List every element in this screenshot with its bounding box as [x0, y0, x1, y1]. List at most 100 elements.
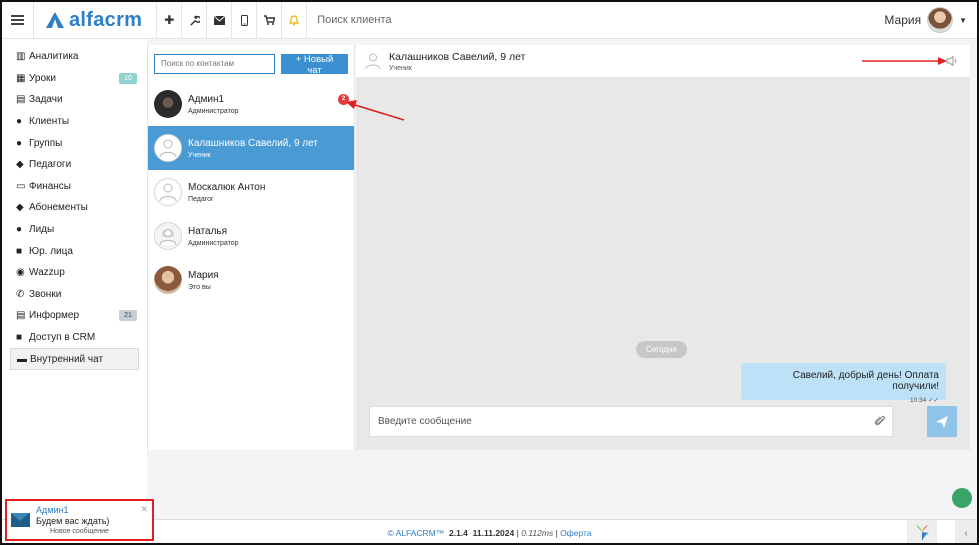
footer-separator: |: [555, 527, 558, 538]
sidebar-item-informer[interactable]: ▤ Информер 21: [2, 305, 147, 327]
contact-item-natalya[interactable]: Наталья Администратор: [148, 214, 354, 258]
contact-role: Это вы: [188, 283, 211, 291]
phone-icon: ✆: [16, 288, 25, 300]
user-name: Мария: [884, 13, 922, 27]
contact-name: Мария: [188, 269, 219, 281]
sound-toggle-icon[interactable]: [946, 55, 958, 69]
message-meta: 10:34 ✓✓: [749, 396, 939, 404]
list-icon: ▤: [16, 310, 26, 322]
sidebar-item-wazzup[interactable]: ◉ Wazzup: [2, 262, 147, 284]
default-avatar-icon: [154, 134, 182, 162]
contact-item-moskalyuk[interactable]: Москалюк Антон Педагог: [148, 170, 354, 214]
message-text: Савелий, добрый день! Оплата получили!: [792, 370, 939, 392]
paperclip-icon[interactable]: [874, 414, 886, 431]
sidebar-item-legal-entities[interactable]: ■ Юр. лица: [2, 240, 147, 262]
users-icon: ●: [16, 137, 23, 149]
sidebar-item-analytics[interactable]: ▥ Аналитика: [2, 46, 147, 68]
contact-role: Администратор: [188, 239, 239, 247]
chart-icon: ▥: [16, 51, 26, 63]
sidebar-item-calls[interactable]: ✆ Звонки: [2, 284, 147, 306]
app-window: alfacrm ✚ Поиск клиента Мария ▼ ▥ Аналити…: [0, 0, 979, 545]
send-button[interactable]: [927, 406, 957, 437]
chat-header: Калашников Савелий, 9 лет Ученик: [356, 45, 970, 78]
hamburger-icon: [11, 19, 24, 21]
mail-icon[interactable]: [207, 2, 233, 39]
avatar: [154, 266, 182, 294]
tag-icon: ◆: [16, 202, 24, 214]
contact-name: Наталья: [188, 225, 228, 237]
contact-role: Администратор: [188, 107, 239, 115]
contacts-panel: + Новый чат Админ1 Администратор 2 Калашн…: [147, 45, 355, 450]
date-divider: Сегодня: [636, 341, 687, 358]
cart-icon[interactable]: [257, 2, 283, 39]
logo[interactable]: alfacrm: [34, 2, 158, 39]
chat-title: Калашников Савелий, 9 лет: [389, 50, 526, 63]
avatar: [927, 7, 954, 33]
close-icon[interactable]: ✕: [140, 504, 148, 515]
user-menu[interactable]: Мария ▼: [884, 7, 977, 33]
lessons-count-badge: 10: [119, 72, 137, 84]
wrench-icon[interactable]: [182, 2, 208, 39]
caret-down-icon: ▼: [959, 15, 967, 25]
sidebar-item-crm-access[interactable]: ■ Доступ в CRM: [2, 327, 147, 349]
chat-messages-area: Сегодня Савелий, добрый день! Оплата пол…: [356, 78, 970, 450]
sidebar-item-internal-chat[interactable]: ▬ Внутренний чат: [10, 348, 139, 370]
contact-item-kalashnikov[interactable]: Калашников Савелий, 9 лет Ученик: [148, 126, 354, 170]
read-check-icon: ✓✓: [928, 397, 939, 404]
offer-link[interactable]: Оферта: [560, 528, 591, 538]
money-icon: ▭: [16, 180, 26, 192]
plus-icon[interactable]: ✚: [157, 2, 183, 39]
logo-mark-icon: [44, 12, 66, 28]
contact-item-admin1[interactable]: Админ1 Администратор 2: [148, 82, 354, 126]
default-avatar-icon: [364, 52, 382, 70]
sidebar-item-lessons[interactable]: ▦ Уроки 10: [2, 68, 147, 90]
sidebar-item-leads[interactable]: ● Лиды: [2, 219, 147, 241]
envelope-icon: [11, 513, 30, 527]
contacts-header: + Новый чат: [148, 45, 354, 82]
footer-separator: |: [516, 527, 519, 538]
whatsapp-icon: ◉: [16, 267, 25, 279]
footer-timing: 0.112ms: [521, 527, 554, 538]
message-input-placeholder: Введите сообщение: [378, 416, 472, 427]
client-search-input[interactable]: Поиск клиента: [307, 14, 884, 26]
bell-icon[interactable]: [282, 2, 308, 39]
default-avatar-icon: [154, 178, 182, 206]
tasks-icon: ▤: [16, 94, 26, 106]
menu-toggle-button[interactable]: [2, 2, 34, 39]
contact-item-maria[interactable]: Мария Это вы: [148, 258, 354, 302]
sidebar: ▥ Аналитика ▦ Уроки 10 ▤ Задачи ● Клиенты ● Гр…: [2, 39, 147, 519]
logo-text: alfacrm: [69, 8, 143, 31]
chat-subtitle: Ученик: [389, 64, 412, 72]
yii-logo-icon[interactable]: [907, 520, 937, 543]
phone-icon[interactable]: [232, 2, 258, 39]
unread-count-badge: 2: [338, 94, 349, 105]
sidebar-item-tasks[interactable]: ▤ Задачи: [2, 89, 147, 111]
footer-date: 11.11.2024: [472, 527, 515, 538]
chevron-left-icon[interactable]: ‹: [955, 520, 977, 543]
chat-icon: ▬: [17, 353, 27, 365]
toast-sender: Админ1: [36, 505, 69, 515]
contact-role: Ученик: [188, 151, 211, 159]
lock-icon: ■: [16, 332, 23, 344]
avatar: [154, 90, 182, 118]
user-plus-icon: ●: [16, 224, 23, 236]
footer-brand-link[interactable]: © ALFACRM™: [387, 528, 444, 538]
contact-name: Админ1: [188, 93, 225, 105]
sidebar-item-finance[interactable]: ▭ Финансы: [2, 176, 147, 198]
contact-name: Москалюк Антон: [188, 181, 266, 193]
toast-message: Будем вас ждать): [36, 516, 110, 526]
sidebar-item-groups[interactable]: ● Группы: [2, 132, 147, 154]
briefcase-icon: ■: [16, 245, 23, 257]
graduation-cap-icon: ◆: [16, 159, 24, 171]
calendar-icon: ▦: [16, 72, 26, 84]
contact-search-input[interactable]: [154, 53, 275, 74]
user-icon: ●: [16, 116, 23, 128]
paper-plane-icon: [936, 415, 948, 428]
new-message-toast[interactable]: Админ1 Будем вас ждать) Новое сообщение …: [5, 499, 154, 541]
sidebar-item-clients[interactable]: ● Клиенты: [2, 111, 147, 133]
message-input[interactable]: Введите сообщение: [369, 406, 893, 437]
sidebar-item-teachers[interactable]: ◆ Педагоги: [2, 154, 147, 176]
support-widget-button[interactable]: [952, 488, 972, 508]
new-chat-button[interactable]: + Новый чат: [281, 53, 348, 76]
sidebar-item-subscriptions[interactable]: ◆ Абонементы: [2, 197, 147, 219]
